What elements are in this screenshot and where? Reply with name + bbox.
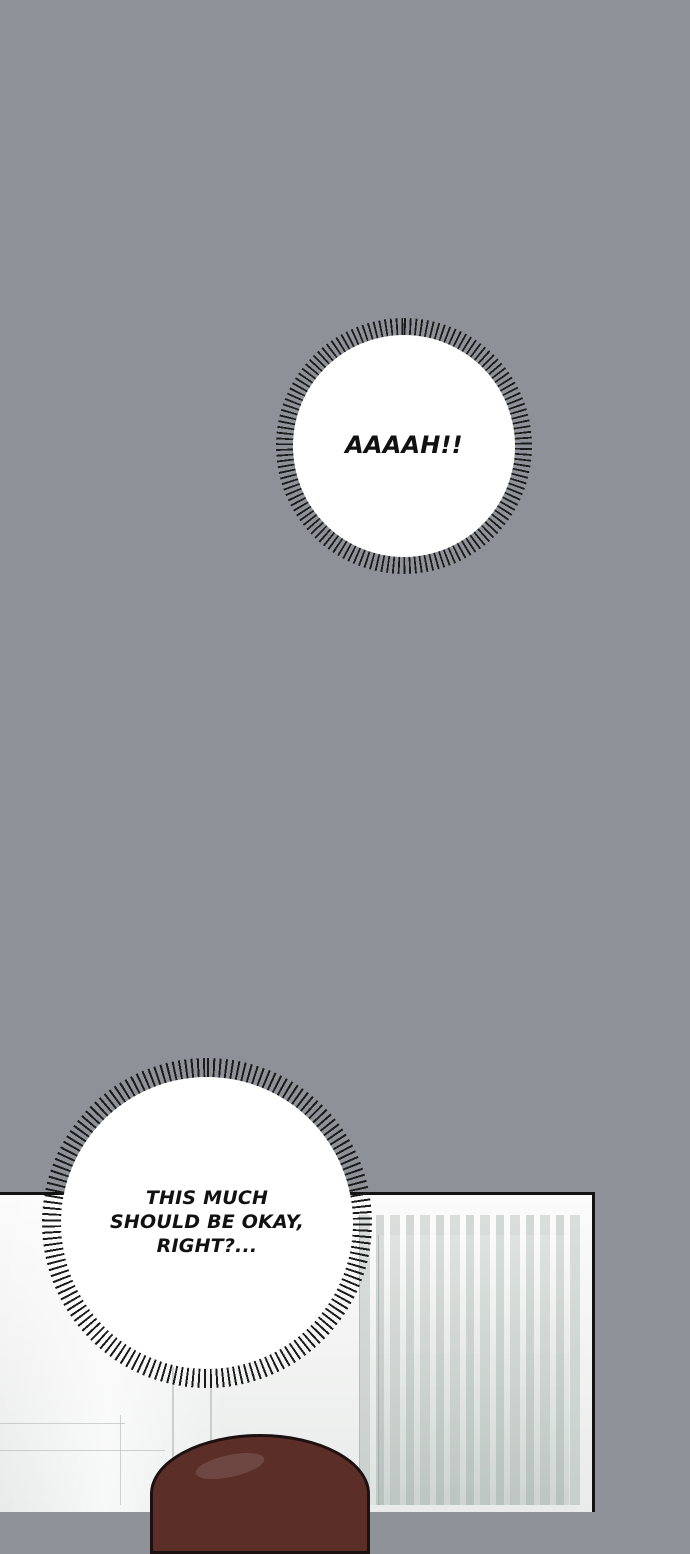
room-line: [0, 1450, 165, 1451]
comic-page: AAAAH!! THIS MUCH SHOULD BE OKAY, RIGHT?…: [0, 0, 690, 1554]
room-line: [0, 1423, 125, 1424]
speech-line-2: SHOULD BE OKAY,: [110, 1211, 304, 1234]
burst-speech-bubble-aaaah: AAAAH!!: [276, 318, 532, 574]
speech-line-1: THIS MUCH: [145, 1187, 269, 1210]
speech-line-3: RIGHT?...: [156, 1234, 258, 1257]
burst-speech-bubble-okay: THIS MUCH SHOULD BE OKAY, RIGHT?...: [42, 1058, 372, 1388]
character-hair: [150, 1434, 370, 1554]
room-line: [120, 1415, 121, 1505]
window-background: [378, 1235, 569, 1505]
speech-text-aaaah: AAAAH!!: [345, 431, 463, 459]
speech-text-okay: THIS MUCH SHOULD BE OKAY, RIGHT?...: [102, 1187, 312, 1258]
